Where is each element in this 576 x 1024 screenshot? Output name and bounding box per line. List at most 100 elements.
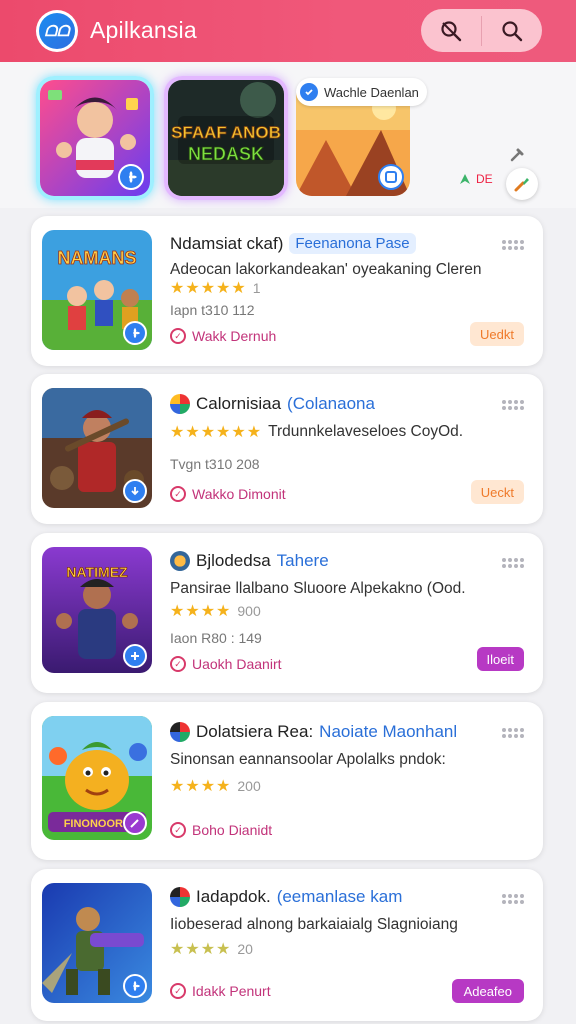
rating-count: 200 <box>237 778 261 794</box>
fan-icon <box>133 327 141 339</box>
app-category[interactable]: (Colanaona <box>287 394 375 414</box>
app-card[interactable]: NAMANS Ndamsiat ckaf) Feenanona Pase Ade… <box>31 216 543 366</box>
app-description: Sinonsan eannansoolar Apolalks pndok: <box>170 751 446 768</box>
featured-carousel: SFAAF ANOB NEDASK Wachle Daenlan <box>0 62 576 208</box>
app-rating: ★★★★ 900 <box>170 601 261 621</box>
more-options-icon[interactable] <box>502 400 524 410</box>
app-developer[interactable]: ✓ Boho Dianidt <box>170 822 272 838</box>
rating-stars: ★★★★★ <box>170 280 247 297</box>
app-developer[interactable]: ✓ Wakk Dernuh <box>170 328 276 344</box>
app-badge <box>123 321 147 345</box>
expand-button[interactable] <box>506 168 538 200</box>
app-title-row: Ndamsiat ckaf) Feenanona Pase <box>170 233 416 254</box>
developer-name: Wakko Dimonit <box>192 486 286 502</box>
app-category[interactable]: Tahere <box>277 551 329 571</box>
featured-tile-2[interactable]: SFAAF ANOB NEDASK <box>164 76 288 200</box>
rating-stars: ★★★★ <box>170 941 232 958</box>
mini-label-text: DE <box>476 172 493 186</box>
app-badge <box>123 644 147 668</box>
app-logo[interactable]: ᗝᗝ <box>36 10 78 52</box>
sparkle-icon <box>460 174 470 184</box>
featured-art-2: SFAAF ANOB NEDASK <box>168 80 284 196</box>
rating-stars: ★★★★ <box>170 778 232 795</box>
search-clear-button[interactable] <box>421 9 481 52</box>
app-name: Iadapdok. <box>196 887 271 906</box>
brush-icon <box>514 178 529 192</box>
app-badge-icon <box>170 394 190 414</box>
search-off-icon <box>441 20 462 41</box>
more-options-icon[interactable] <box>502 894 524 904</box>
thumb-1-text: NAMANS <box>58 248 137 268</box>
pin-icon[interactable] <box>508 146 526 169</box>
app-category-chip[interactable]: Feenanona Pase <box>289 233 416 254</box>
app-title-row: Calornisiaa (Colanaona <box>170 394 375 414</box>
developer-icon: ✓ <box>170 656 186 672</box>
install-button[interactable]: Iloeit <box>476 647 524 671</box>
developer-icon: ✓ <box>170 328 186 344</box>
developer-name: Uaokh Daanirt <box>192 656 282 672</box>
app-rating: ★★★★ 20 <box>170 939 253 959</box>
install-button[interactable]: Uedkt <box>470 322 524 346</box>
app-title: Apilkansia <box>90 17 197 43</box>
app-developer[interactable]: ✓ Uaokh Daanirt <box>170 656 282 672</box>
app-card[interactable]: Iadapdok. (eemanlase kam Iiobeserad alno… <box>31 869 543 1021</box>
rating-count: 20 <box>237 941 253 957</box>
install-button[interactable]: Adeafeo <box>451 979 524 1003</box>
search-button[interactable] <box>482 9 542 52</box>
app-title-row: Dolatsiera Rea: Naoiate Maonhanl <box>170 722 457 742</box>
app-description: Adeocan lakorkandeakan' oyeakaning Clere… <box>170 261 482 278</box>
featured-tag-label: Wachle Daenlan <box>324 84 419 100</box>
app-rating: ★★★★★ 1 <box>170 278 261 298</box>
rating-stars: ★★★★★★ <box>170 424 263 441</box>
app-rating: ★★★★ 200 <box>170 776 261 796</box>
app-card[interactable]: NATIMEZ Bjlodedsa Tahere Pansirae llalba… <box>31 533 543 693</box>
developer-icon: ✓ <box>170 822 186 838</box>
rating-count: 900 <box>237 603 261 619</box>
app-badge-icon <box>170 887 190 907</box>
app-card[interactable]: FINONOORE Dolatsiera Rea: Naoiate Maonha… <box>31 702 543 860</box>
app-category[interactable]: Naoiate Maonhanl <box>319 722 457 742</box>
featured-badge-1 <box>118 164 144 190</box>
app-title-row: Iadapdok. (eemanlase kam <box>170 887 402 907</box>
fan-icon <box>133 980 141 992</box>
app-developer[interactable]: ✓ Idakk Penurt <box>170 983 271 999</box>
arrow-down-icon <box>131 487 139 496</box>
stop-icon <box>385 171 397 183</box>
app-name: Dolatsiera Rea: <box>196 722 314 741</box>
app-meta: Iapn t310 112 <box>170 302 255 318</box>
app-thumbnail: NAMANS <box>42 230 152 350</box>
app-badge-icon <box>170 722 190 742</box>
app-name: Calornisiaa <box>196 394 282 413</box>
more-options-icon[interactable] <box>502 240 524 250</box>
app-badge-icon <box>170 551 190 571</box>
developer-name: Boho Dianidt <box>192 822 273 838</box>
more-options-icon[interactable] <box>502 558 524 568</box>
app-thumbnail: NATIMEZ <box>42 547 152 673</box>
featured-tag[interactable]: Wachle Daenlan <box>296 78 427 106</box>
plus-icon <box>131 652 139 660</box>
app-thumbnail <box>42 388 152 508</box>
featured-badge-3 <box>378 164 404 190</box>
app-header: ᗝᗝ Apilkansia <box>0 0 576 62</box>
thumb-4-text: FINONOORE <box>64 818 131 830</box>
app-name: Ndamsiat ckaf) <box>170 233 284 253</box>
check-icon <box>300 83 318 101</box>
app-title-row: Bjlodedsa Tahere <box>170 551 329 571</box>
app-description: Iiobeserad alnong barkaiaialg Slagnioian… <box>170 916 458 933</box>
featured-2-subtitle: NEDASK <box>188 144 264 164</box>
app-thumbnail: FINONOORE <box>42 716 152 840</box>
featured-tile-1[interactable] <box>36 76 154 200</box>
install-button[interactable]: Ueckt <box>470 480 524 504</box>
app-thumbnail <box>42 883 152 1003</box>
app-developer[interactable]: ✓ Wakko Dimonit <box>170 486 286 502</box>
app-description: Pansirae llalbano Sluoore Alpekakno (Ood… <box>170 580 466 597</box>
developer-icon: ✓ <box>170 983 186 999</box>
edit-icon <box>130 819 139 828</box>
featured-mini-label: DE <box>458 172 493 186</box>
app-category[interactable]: (eemanlase kam <box>277 887 403 907</box>
app-description: Trdunnkelaveseloes CoyOd. <box>268 423 464 440</box>
more-options-icon[interactable] <box>502 728 524 738</box>
thumb-3-text: NATIMEZ <box>66 564 128 580</box>
developer-icon: ✓ <box>170 486 186 502</box>
app-card[interactable]: Calornisiaa (Colanaona ★★★★★★ Trdunnkela… <box>31 374 543 524</box>
